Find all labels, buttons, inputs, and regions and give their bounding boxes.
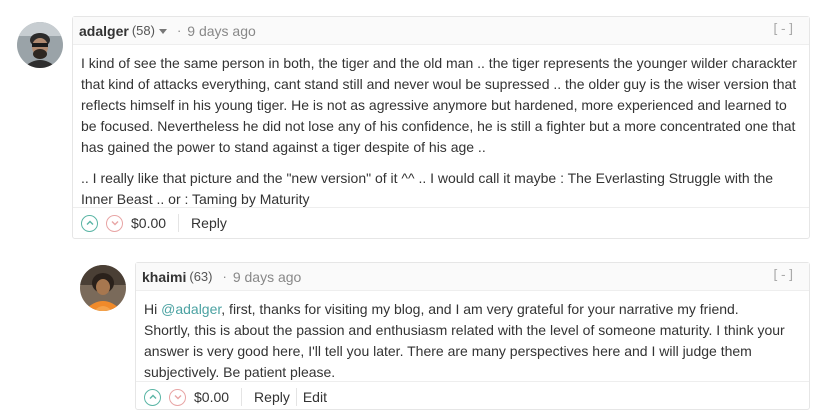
upvote-button[interactable] [81, 214, 98, 232]
comment-footer: $0.00 Reply [73, 208, 809, 238]
chevron-down-icon[interactable] [158, 29, 167, 34]
collapse-button[interactable]: [-] [772, 22, 795, 37]
comment-paragraph: I kind of see the same person in both, t… [81, 55, 797, 155]
comment-body: I kind of see the same person in both, t… [73, 45, 809, 208]
collapse-button[interactable]: [-] [772, 268, 795, 283]
payout-value[interactable]: $0.00 [194, 388, 243, 406]
body-text: Shortly, this is about the passion and e… [144, 322, 785, 380]
payout-value[interactable]: $0.00 [131, 214, 180, 232]
first-line-text: , first, thanks for visiting my blog, an… [221, 301, 739, 317]
reply-button[interactable]: Reply [254, 389, 290, 405]
comment-header: adalger (58) · 9 days ago [-] [73, 17, 809, 45]
separator-dot: · [222, 269, 227, 284]
comment-paragraph: Hi @adalger, first, thanks for visiting … [144, 299, 801, 383]
avatar[interactable] [17, 22, 63, 68]
author-name[interactable]: adalger [79, 23, 129, 39]
timestamp[interactable]: 9 days ago [233, 269, 302, 285]
timestamp[interactable]: 9 days ago [187, 23, 256, 39]
chevron-up-icon [149, 394, 156, 399]
comment-khaimi: khaimi (63) · 9 days ago [-] Hi @adalger… [0, 250, 813, 420]
upvote-button[interactable] [144, 388, 161, 406]
comment-card: khaimi (63) · 9 days ago [-] Hi @adalger… [135, 262, 810, 410]
chevron-down-icon [111, 221, 118, 226]
greeting-text: Hi [144, 301, 162, 317]
comment-adalger: adalger (58) · 9 days ago [-] I kind of … [0, 0, 813, 245]
comment-paragraph: .. I really like that picture and the "n… [81, 170, 774, 207]
comment-card: adalger (58) · 9 days ago [-] I kind of … [72, 16, 810, 239]
reputation: (63) [189, 269, 213, 284]
reply-button[interactable]: Reply [191, 215, 227, 231]
reputation: (58) [131, 23, 155, 38]
author-name[interactable]: khaimi [142, 269, 186, 285]
edit-button[interactable]: Edit [295, 388, 327, 406]
comment-body: Hi @adalger, first, thanks for visiting … [136, 291, 809, 382]
avatar[interactable] [80, 265, 126, 311]
chevron-up-icon [86, 220, 93, 225]
comment-footer: $0.00 Reply Edit [136, 382, 809, 412]
downvote-button[interactable] [106, 214, 123, 232]
mention-link[interactable]: @adalger [161, 301, 221, 317]
separator-dot: · [176, 23, 182, 38]
downvote-button[interactable] [169, 388, 186, 406]
chevron-down-icon [174, 395, 181, 400]
comment-header: khaimi (63) · 9 days ago [-] [136, 263, 809, 291]
